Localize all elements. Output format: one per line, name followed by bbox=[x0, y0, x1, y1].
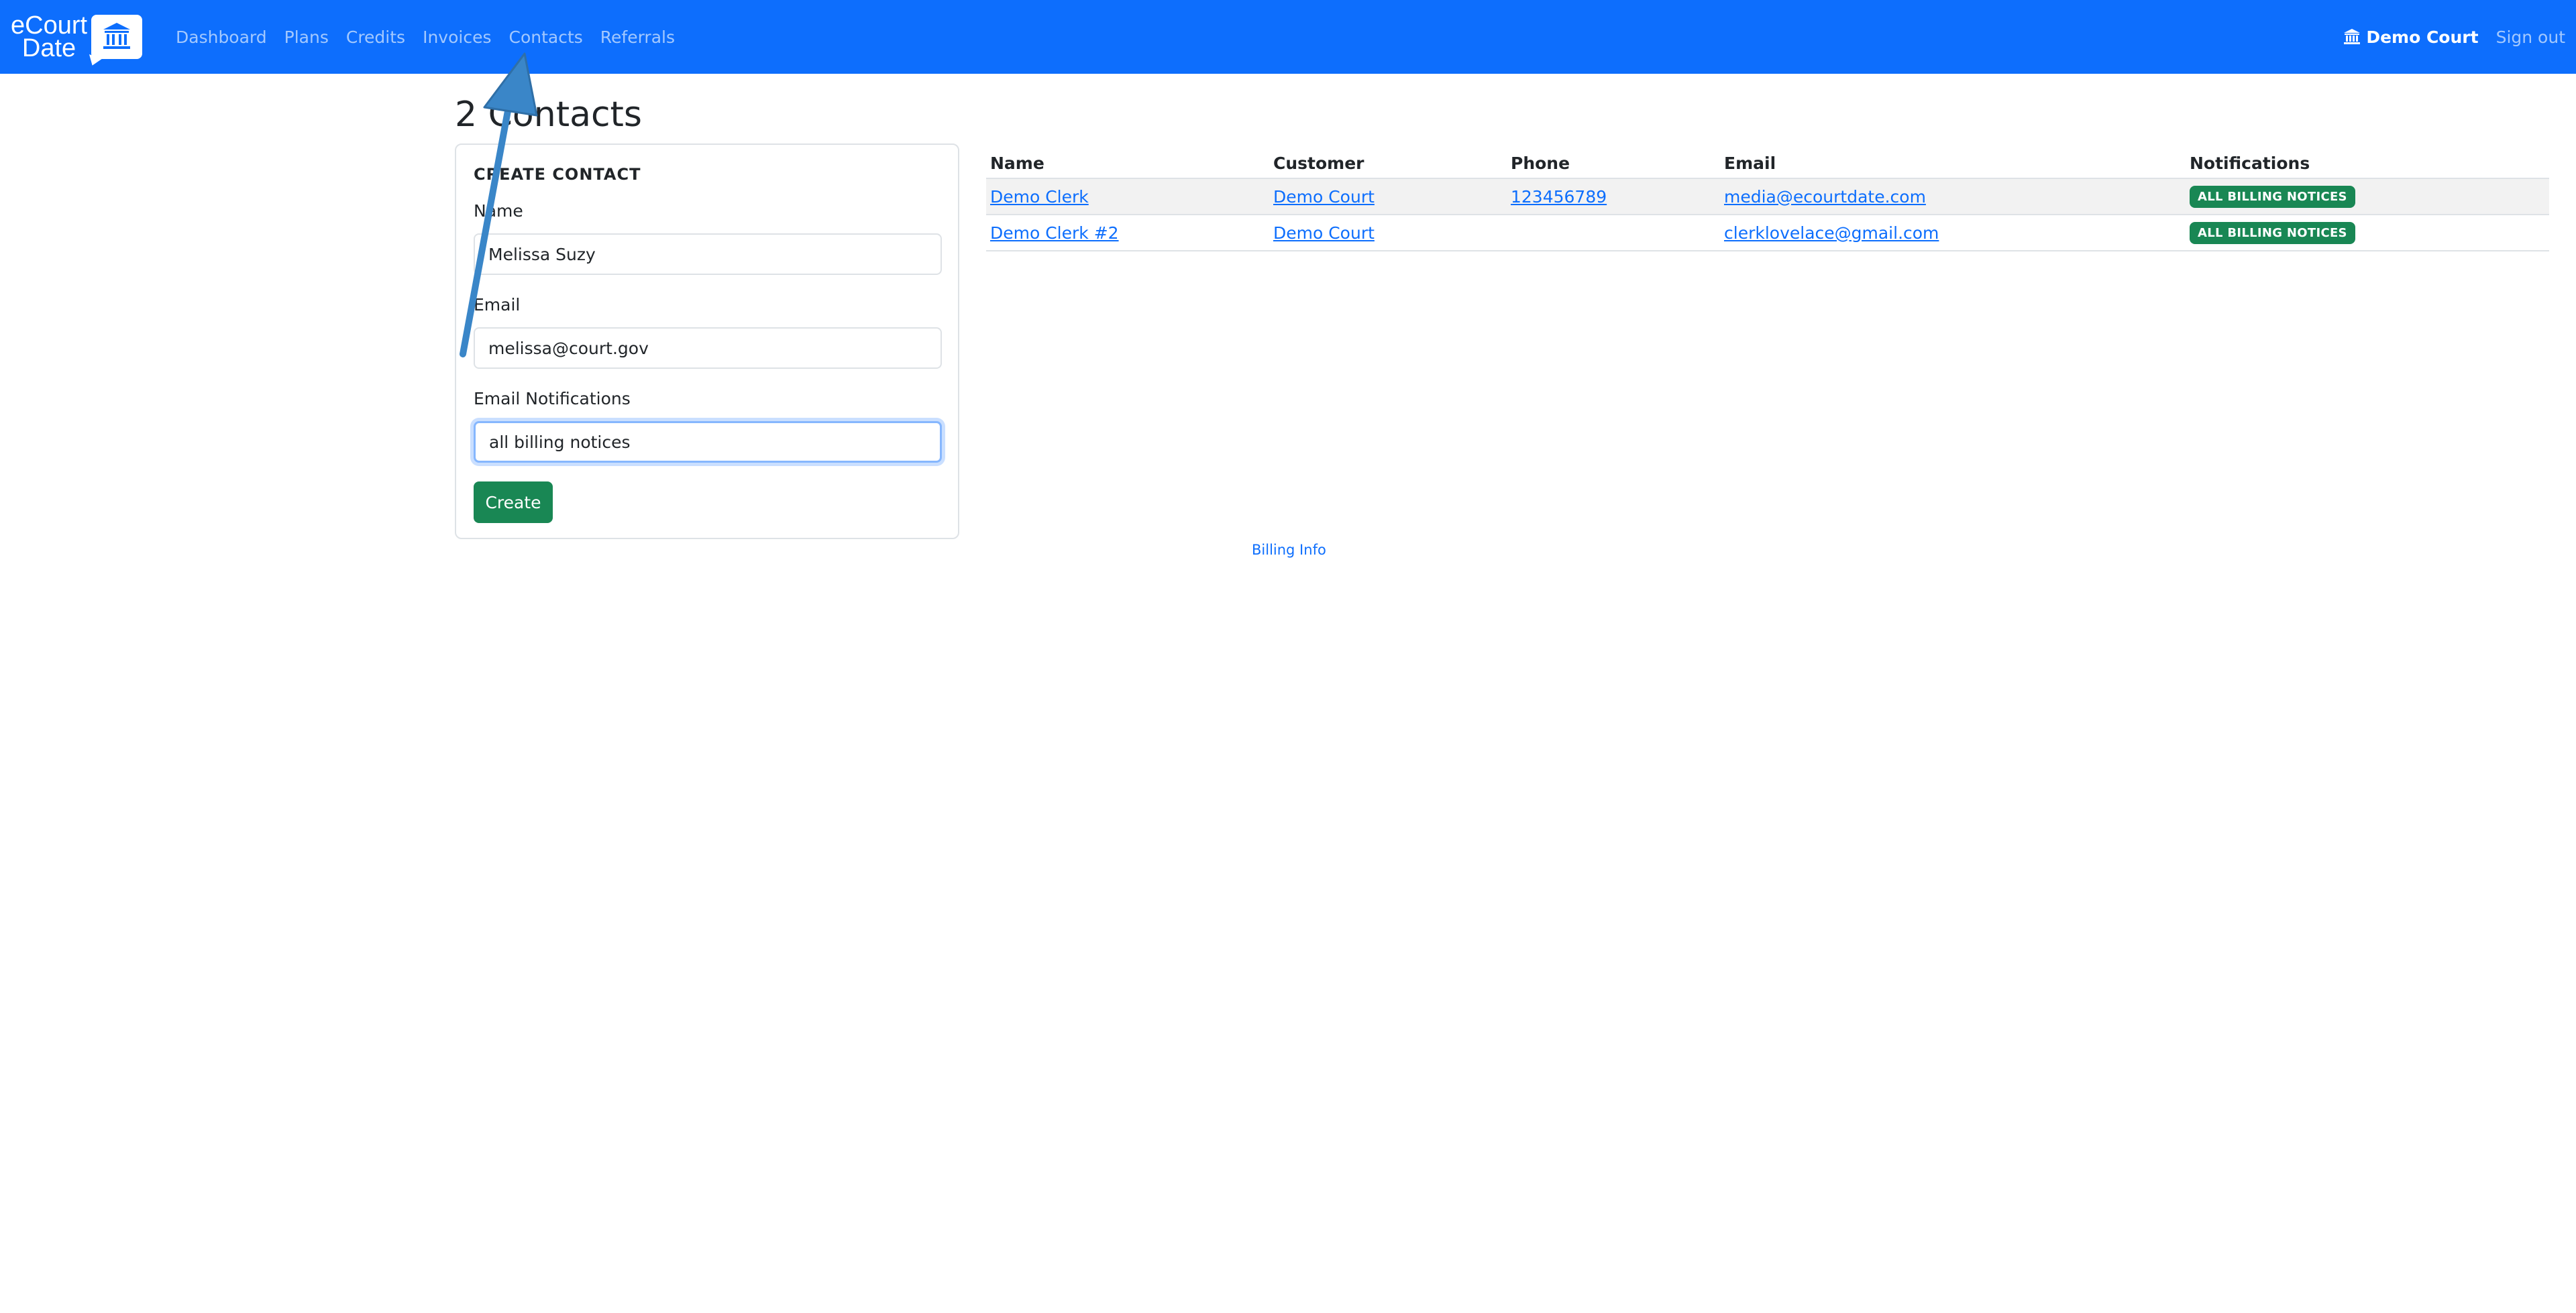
header-customer[interactable]: Customer bbox=[1269, 144, 1507, 179]
notifications-badge: ALL BILLING NOTICES bbox=[2190, 222, 2355, 244]
nav-dashboard[interactable]: Dashboard bbox=[176, 27, 267, 47]
courthouse-icon bbox=[2344, 29, 2361, 44]
table-row: Demo Clerk #2 Demo Court clerklovelace@g… bbox=[986, 215, 2549, 251]
header-notifications[interactable]: Notifications bbox=[2186, 144, 2549, 179]
notifications-badge: ALL BILLING NOTICES bbox=[2190, 186, 2355, 208]
card-title: CREATE CONTACT bbox=[474, 165, 641, 184]
cell-name: Demo Clerk bbox=[986, 178, 1269, 215]
phone-link[interactable]: 123456789 bbox=[1511, 187, 1607, 207]
create-contact-card: CREATE CONTACT Name Email Email Notifica… bbox=[455, 144, 959, 539]
name-label: Name bbox=[474, 201, 523, 221]
cell-notifications: ALL BILLING NOTICES bbox=[2186, 215, 2549, 251]
header-phone[interactable]: Phone bbox=[1507, 144, 1720, 179]
header-email[interactable]: Email bbox=[1720, 144, 2186, 179]
page-title: 2 Contacts bbox=[455, 95, 643, 135]
court-switcher[interactable]: Demo Court bbox=[2343, 27, 2479, 47]
cell-phone bbox=[1507, 215, 1720, 251]
nav-referrals[interactable]: Referrals bbox=[600, 27, 675, 47]
main-nav: Dashboard Plans Credits Invoices Contact… bbox=[176, 0, 692, 74]
nav-plans[interactable]: Plans bbox=[284, 27, 329, 47]
name-input[interactable] bbox=[474, 233, 942, 275]
nav-user-area: Demo Court Sign out bbox=[2343, 0, 2565, 74]
contact-name-link[interactable]: Demo Clerk #2 bbox=[990, 223, 1119, 243]
create-button[interactable]: Create bbox=[474, 481, 553, 523]
cell-customer: Demo Court bbox=[1269, 178, 1507, 215]
header-name[interactable]: Name bbox=[986, 144, 1269, 179]
nav-credits[interactable]: Credits bbox=[346, 27, 405, 47]
courthouse-icon bbox=[91, 15, 143, 59]
top-navbar: eCourt Date Dashboard Plans Credits Invo… bbox=[0, 0, 2576, 74]
contacts-table: Name Customer Phone Email Notifications … bbox=[986, 144, 2549, 251]
email-notifications-label: Email Notifications bbox=[474, 389, 631, 408]
email-link[interactable]: clerklovelace@gmail.com bbox=[1724, 223, 1939, 243]
court-name: Demo Court bbox=[2366, 27, 2479, 47]
email-input[interactable] bbox=[474, 327, 942, 369]
customer-link[interactable]: Demo Court bbox=[1273, 223, 1375, 243]
email-label: Email bbox=[474, 295, 521, 315]
email-link[interactable]: media@ecourtdate.com bbox=[1724, 187, 1926, 207]
customer-link[interactable]: Demo Court bbox=[1273, 187, 1375, 207]
brand-logo[interactable]: eCourt Date bbox=[11, 11, 143, 62]
email-notifications-input[interactable] bbox=[474, 421, 942, 463]
nav-contacts[interactable]: Contacts bbox=[508, 27, 582, 47]
sign-out-link[interactable]: Sign out bbox=[2496, 27, 2565, 47]
nav-invoices[interactable]: Invoices bbox=[423, 27, 491, 47]
cell-name: Demo Clerk #2 bbox=[986, 215, 1269, 251]
brand-line-1: eCourt bbox=[11, 11, 88, 40]
cell-email: clerklovelace@gmail.com bbox=[1720, 215, 2186, 251]
brand-wordmark: eCourt Date bbox=[11, 11, 88, 62]
table-header-row: Name Customer Phone Email Notifications bbox=[986, 144, 2549, 179]
cell-notifications: ALL BILLING NOTICES bbox=[2186, 178, 2549, 215]
table-row: Demo Clerk Demo Court 123456789 media@ec… bbox=[986, 178, 2549, 215]
contact-name-link[interactable]: Demo Clerk bbox=[990, 187, 1089, 207]
cell-phone: 123456789 bbox=[1507, 178, 1720, 215]
cell-customer: Demo Court bbox=[1269, 215, 1507, 251]
billing-info-link[interactable]: Billing Info bbox=[1252, 542, 1326, 558]
cell-email: media@ecourtdate.com bbox=[1720, 178, 2186, 215]
brand-line-2: Date bbox=[21, 34, 76, 62]
